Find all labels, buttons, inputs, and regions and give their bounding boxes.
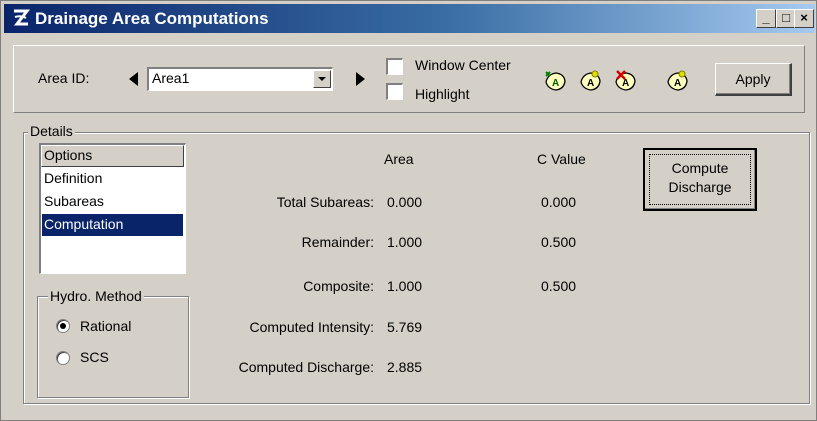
composite-label: Composite:	[303, 278, 374, 294]
list-item-definition[interactable]: Definition	[42, 168, 183, 190]
apply-button[interactable]: Apply	[715, 63, 792, 96]
title-bar[interactable]: Drainage Area Computations _ □ ×	[4, 4, 815, 33]
add-area-icon[interactable]: A	[544, 70, 568, 92]
rational-radio[interactable]	[56, 319, 70, 333]
window-center-label: Window Center	[415, 57, 511, 73]
options-header[interactable]: Options	[41, 145, 184, 167]
minimize-icon: _	[762, 10, 770, 25]
total-subareas-label: Total Subareas:	[276, 194, 374, 210]
total-subareas-area: 0.000	[387, 194, 423, 210]
total-subareas-c-value: 0.000	[541, 194, 577, 210]
hydro-method-label: Hydro. Method	[48, 288, 144, 304]
app-logo-icon	[13, 9, 31, 26]
c-value-column-header: C Value	[537, 151, 586, 167]
modify-area-glyph: A	[674, 78, 681, 89]
area-id-label: Area ID:	[38, 70, 90, 86]
highlight-checkbox[interactable]	[386, 83, 403, 100]
rational-label: Rational	[80, 318, 132, 334]
maximize-button[interactable]: □	[776, 9, 796, 28]
area-column-header: Area	[384, 151, 414, 167]
compute-label-line2: Discharge	[668, 179, 732, 195]
maximize-icon: □	[782, 10, 790, 25]
remainder-label: Remainder:	[301, 234, 374, 250]
scs-radio[interactable]	[56, 351, 70, 365]
close-icon: ×	[800, 10, 808, 25]
next-area-icon[interactable]	[356, 72, 365, 86]
close-button[interactable]: ×	[794, 9, 814, 28]
computed-intensity-label: Computed Intensity:	[249, 319, 374, 335]
modify-area-icon[interactable]: A	[666, 70, 690, 92]
remainder-area: 1.000	[387, 234, 423, 250]
add-area-glyph: A	[552, 78, 559, 89]
highlight-label: Highlight	[415, 86, 470, 102]
composite-c-value: 0.500	[541, 278, 577, 294]
options-listbox[interactable]: Options Definition Subareas Computation	[39, 143, 186, 274]
hydro-method-group	[37, 296, 189, 398]
computed-discharge-value: 2.885	[387, 359, 423, 375]
compute-discharge-button[interactable]: Compute Discharge	[643, 148, 757, 211]
list-item-subareas[interactable]: Subareas	[42, 191, 183, 213]
radio-selected-dot	[60, 323, 66, 329]
remainder-c-value: 0.500	[541, 234, 577, 250]
details-label: Details	[28, 123, 75, 139]
delete-area-icon[interactable]: A	[614, 69, 638, 92]
chevron-down-icon	[318, 77, 326, 81]
dropdown-button[interactable]	[313, 70, 331, 88]
delete-area-glyph: A	[622, 78, 629, 89]
computed-intensity-value: 5.769	[387, 319, 423, 335]
area-id-dropdown[interactable]: Area1	[147, 67, 333, 91]
identify-area-glyph: A	[587, 78, 594, 89]
apply-button-label: Apply	[735, 71, 771, 87]
computed-discharge-label: Computed Discharge:	[238, 359, 374, 375]
identify-area-icon[interactable]: A	[579, 70, 603, 92]
list-item-computation[interactable]: Computation	[42, 214, 183, 236]
drainage-area-window: Drainage Area Computations _ □ × Area ID…	[0, 0, 817, 421]
window-title: Drainage Area Computations	[35, 9, 269, 28]
window-center-checkbox[interactable]	[386, 58, 403, 75]
composite-area: 1.000	[387, 278, 423, 294]
previous-area-icon[interactable]	[129, 72, 138, 86]
compute-label-line1: Compute	[671, 160, 729, 176]
area-id-value: Area1	[152, 70, 190, 86]
scs-label: SCS	[80, 349, 109, 365]
minimize-button[interactable]: _	[756, 9, 776, 28]
